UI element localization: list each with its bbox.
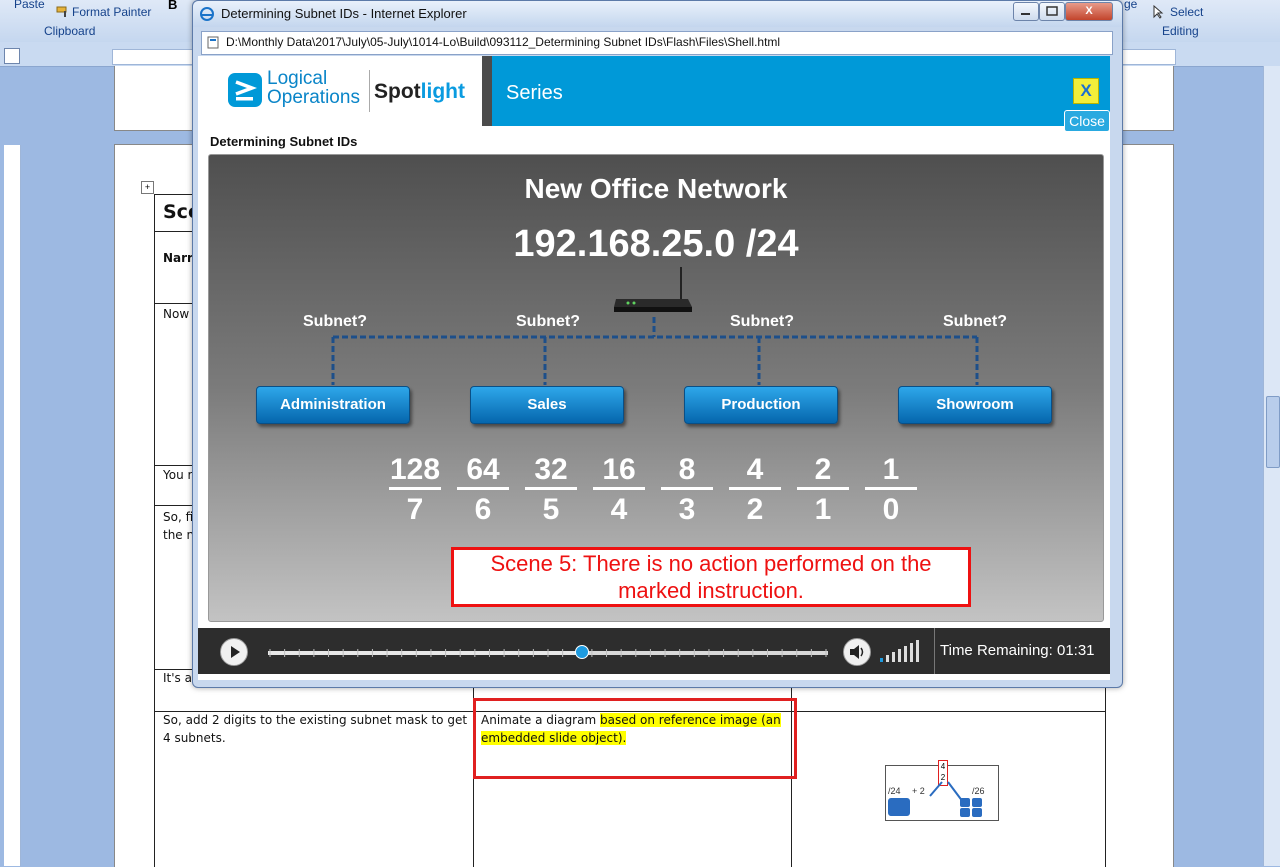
brand-line-1: Logical [267,68,328,89]
player-controls: Time Remaining: 01:31 [198,628,1110,674]
format-painter-button[interactable]: Format Painter [72,5,151,19]
bit-position: 4 [610,493,628,526]
header-divider [482,56,492,126]
series-label: Series [506,82,563,104]
editing-group-label: Editing [1162,24,1199,38]
maximize-button[interactable] [1039,2,1065,21]
scene-note: Scene 5: There is no action performed on… [451,547,971,607]
spotlight-wordmark-part: Spot [374,80,421,103]
vertical-ruler [4,145,21,866]
bit-position: 2 [746,493,764,526]
subnet-question-2: Subnet? [516,313,580,330]
ie-address-text: D:\Monthly Data\2017\July\05-July\1014-L… [226,35,781,49]
narration-cell-line: So, add 2 digits to the existing subnet … [163,713,468,727]
clipboard-group-label: Clipboard [44,24,96,38]
ie-window-title: Determining Subnet IDs - Internet Explor… [221,6,467,21]
scene-note-line: marked instruction. [618,578,804,603]
brand-logo: Logical Operations Spotlight [198,56,482,126]
bit-position: 6 [474,493,492,526]
spotlight-wordmark: Spotlight [374,80,465,104]
window-close-button[interactable]: X [1065,2,1113,21]
brand-divider [369,70,370,112]
player-header: Logical Operations Spotlight Series X [198,56,1110,126]
volume-level-bars[interactable] [880,640,922,664]
bit-position: 3 [678,493,696,526]
bit-position: 5 [542,493,560,526]
thumbnail-block [960,808,970,817]
dept-showroom: Showroom [898,386,1052,424]
table-row-text: So, fi [163,510,194,524]
bit-value: 64 [457,453,509,490]
table-move-handle-icon[interactable]: + [141,181,154,194]
seek-bar-ticks [269,649,827,657]
vertical-scrollbar[interactable] [1263,66,1280,866]
volume-button[interactable] [843,638,871,666]
seek-thumb[interactable] [574,645,589,659]
scene-note-line: Scene 5: There is no action performed on… [490,551,932,576]
bit-value: 2 [797,453,849,490]
dept-sales: Sales [470,386,624,424]
subnet-question-1: Subnet? [303,313,367,330]
table-row-text: You r [163,468,193,482]
time-remaining: Time Remaining: 01:31 [940,642,1095,659]
dept-production: Production [684,386,838,424]
paste-button[interactable]: Paste [14,0,45,11]
player-close-button[interactable]: Close [1064,110,1110,132]
bit-value: 32 [525,453,577,490]
table-row-text: the n [163,528,195,542]
play-icon [231,646,240,658]
slide-stage: New Office Network 192.168.25.0 /24 Subn… [208,154,1104,622]
ie-titlebar[interactable]: Determining Subnet IDs - Internet Explor… [193,1,1122,27]
ie-address-bar[interactable]: D:\Monthly Data\2017\July\05-July\1014-L… [201,31,1113,55]
brand-line-2: Operations [267,87,360,108]
bit-value: 1 [865,453,917,490]
table-row-text: It's a [163,671,192,685]
bit-value: 16 [593,453,645,490]
tab-selector[interactable] [4,48,20,64]
bold-button[interactable]: B [168,0,177,12]
thumbnail-block [960,798,970,807]
bit-position: 7 [406,493,424,526]
subnet-question-4: Subnet? [943,313,1007,330]
subnet-question-3: Subnet? [730,313,794,330]
logical-operations-logo-icon [228,73,262,107]
thumbnail-block [972,808,982,817]
lesson-title: Determining Subnet IDs [210,134,358,149]
page-icon [206,36,220,49]
dept-administration: Administration [256,386,410,424]
instruction-highlight-box [473,698,797,779]
play-button[interactable] [220,638,248,666]
bit-value: 128 [389,453,441,490]
bit-position: 0 [882,493,900,526]
spotlight-player: Logical Operations Spotlight Series X Cl… [198,56,1110,680]
select-button[interactable]: Select [1170,5,1203,19]
spotlight-wordmark-part: light [420,80,465,103]
bit-position: 1 [814,493,832,526]
narration-cell-line: 4 subnets. [163,731,226,745]
bit-value: 4 [729,453,781,490]
controls-divider [934,628,935,674]
bit-value: 8 [661,453,713,490]
ie-logo-icon [200,7,214,21]
thumbnail-block [972,798,982,807]
ribbon-partial-text: ge [1124,0,1138,11]
player-x-button[interactable]: X [1073,78,1099,104]
reference-thumbnail[interactable]: 4 2 /24 + 2 /26 [885,760,999,821]
minimize-button[interactable] [1013,2,1039,21]
select-arrow-icon [1152,4,1164,19]
router-icon [612,293,694,315]
speaker-icon [850,645,864,659]
thumbnail-block [888,798,910,816]
scrollbar-thumb[interactable] [1266,396,1280,468]
format-painter-icon [56,5,70,17]
table-row-text: Now [163,307,190,321]
